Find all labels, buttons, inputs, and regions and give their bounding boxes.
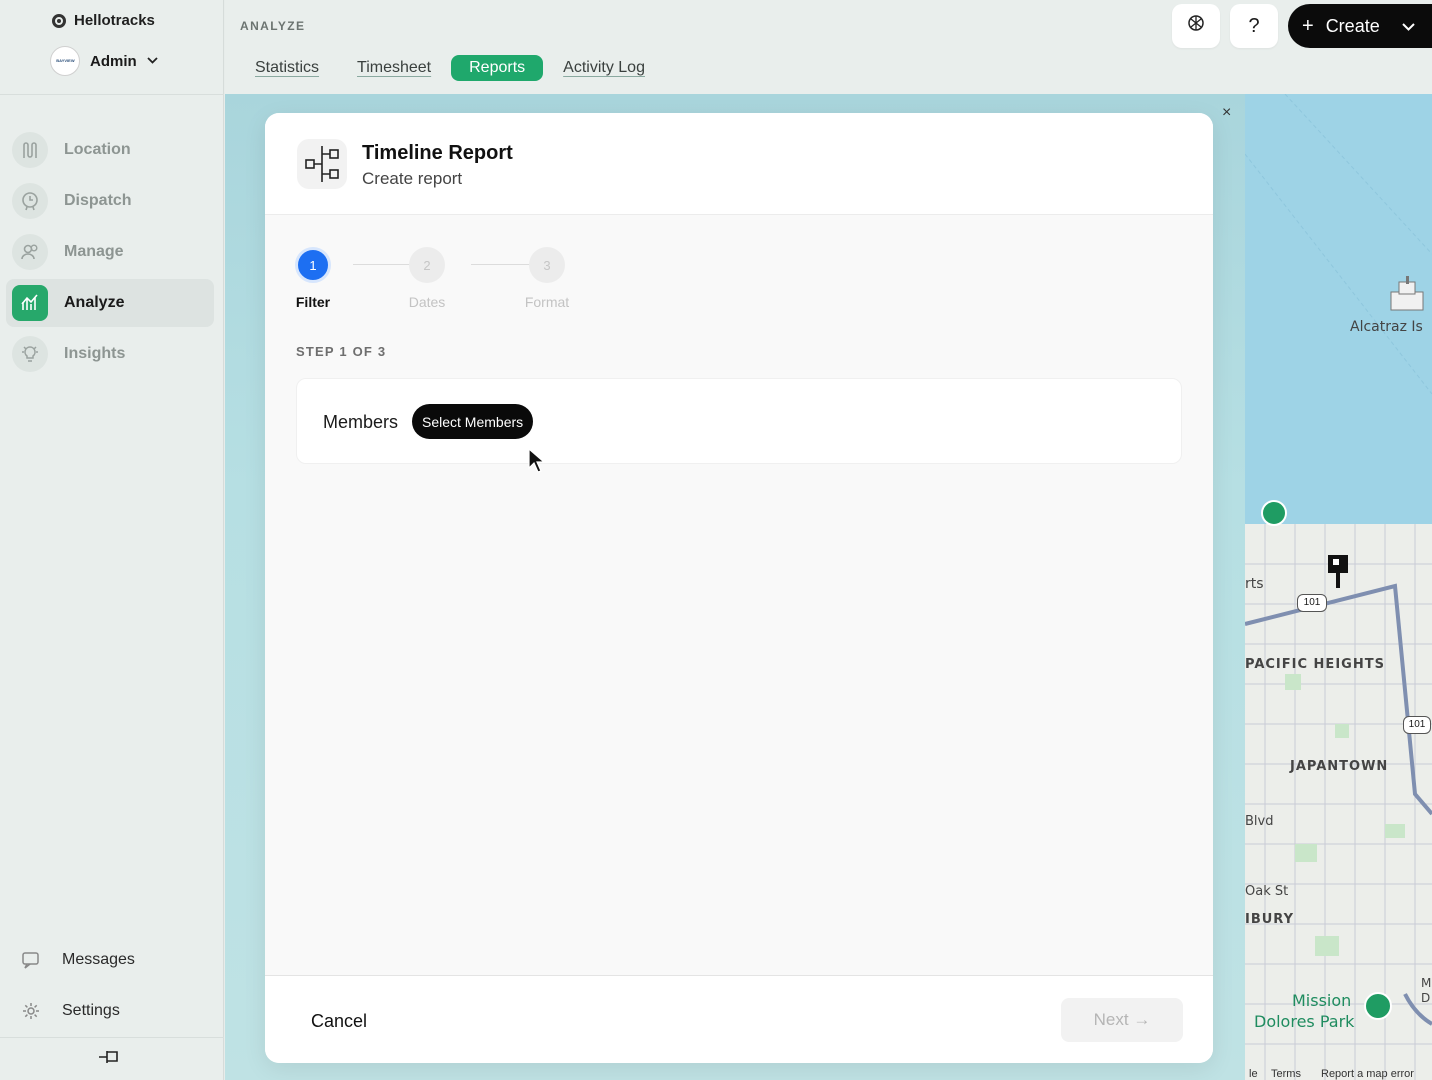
help-icon: ? xyxy=(1248,14,1260,37)
nav-label: Messages xyxy=(62,951,135,968)
highway-shield: 101 xyxy=(1297,594,1327,612)
tab-activity-log[interactable]: Activity Log xyxy=(563,59,645,77)
top-actions: ? + Create xyxy=(1172,4,1432,48)
plus-icon: + xyxy=(1302,14,1314,37)
landmark-icon xyxy=(1387,274,1427,314)
dispatch-clock-icon xyxy=(12,183,48,219)
nav-item-location[interactable]: Location xyxy=(6,126,214,174)
help-button[interactable]: ? xyxy=(1230,4,1278,48)
brand-name: Hellotracks xyxy=(74,12,155,29)
nav-item-insights[interactable]: Insights xyxy=(6,330,214,378)
close-modal-button[interactable]: × xyxy=(1222,104,1231,122)
account-name: Admin xyxy=(90,52,137,70)
map-label: D xyxy=(1421,991,1431,1005)
location-route-icon xyxy=(12,132,48,168)
map-label: JAPANTOWN xyxy=(1290,759,1389,774)
step-number: 3 xyxy=(529,247,565,283)
map-label: Mission xyxy=(1292,991,1352,1010)
step-caption: STEP 1 OF 3 xyxy=(296,344,387,359)
chevron-down-icon xyxy=(1402,18,1415,34)
divider xyxy=(0,94,224,95)
timeline-report-icon xyxy=(297,139,347,189)
hellotracks-logo-icon xyxy=(52,13,66,28)
map-label: Alcatraz Is xyxy=(1350,319,1423,335)
nav-label: Insights xyxy=(64,345,126,362)
stepper: 1 Filter 2 Dates 3 Format xyxy=(295,247,595,317)
members-label: Members xyxy=(323,412,399,432)
location-pin-icon[interactable] xyxy=(1327,554,1349,588)
timeline-report-modal: Timeline Report Create report 1 Filter 2… xyxy=(265,113,1213,1063)
modal-footer: Cancel Next → xyxy=(265,975,1213,1063)
step-label: Dates xyxy=(408,294,446,310)
map-label: Blvd xyxy=(1245,814,1274,829)
cancel-button[interactable]: Cancel xyxy=(311,1011,367,1032)
ai-assistant-button[interactable] xyxy=(1172,4,1220,48)
nav-item-manage[interactable]: Manage xyxy=(6,228,214,276)
create-button[interactable]: + Create xyxy=(1288,4,1432,48)
map-label: rts xyxy=(1245,576,1264,592)
step-format[interactable]: 3 Format xyxy=(507,247,587,310)
nav-item-settings[interactable]: Settings xyxy=(10,987,210,1035)
modal-subtitle: Create report xyxy=(362,169,463,188)
map-label: M xyxy=(1421,976,1432,990)
step-label: Format xyxy=(524,294,570,310)
report-map-error-link[interactable]: Report a map error xyxy=(1321,1068,1414,1080)
main-nav: Location Dispatch Manage Analyze Insight… xyxy=(6,126,214,381)
members-filter-card: Members Select Members xyxy=(296,378,1182,464)
step-filter[interactable]: 1 Filter xyxy=(273,247,353,310)
map[interactable]: Alcatraz Is rts PACIFIC HEIGHTS JAPANTOW… xyxy=(1245,94,1432,1080)
map-terms-link[interactable]: Terms xyxy=(1271,1068,1301,1080)
map-label: Dolores Park xyxy=(1254,1012,1355,1031)
avatar: BAYVIEW xyxy=(50,46,80,76)
tab-timesheet[interactable]: Timesheet xyxy=(357,59,431,77)
top-header: ANALYZE Statistics Timesheet Reports Act… xyxy=(225,0,1432,94)
nav-label: Location xyxy=(64,141,131,158)
pin-sidebar-icon[interactable] xyxy=(96,1044,122,1070)
mouse-cursor-icon xyxy=(528,447,546,474)
create-label: Create xyxy=(1325,15,1380,36)
account-switcher[interactable]: BAYVIEW Admin xyxy=(50,46,158,76)
avatar-text: BAYVIEW xyxy=(55,58,75,64)
modal-header: Timeline Report Create report xyxy=(265,113,1213,215)
next-button[interactable]: Next → xyxy=(1061,998,1183,1042)
messages-icon xyxy=(18,942,44,978)
select-members-button[interactable]: Select Members xyxy=(412,404,534,439)
tab-bar: Statistics Timesheet Reports Activity Lo… xyxy=(255,55,683,81)
nav-item-messages[interactable]: Messages xyxy=(10,936,210,984)
step-label: Filter xyxy=(295,294,331,310)
nav-label: Manage xyxy=(64,243,124,260)
map-footer-text: le xyxy=(1249,1068,1258,1080)
nav-label: Settings xyxy=(62,1002,120,1019)
chevron-down-icon xyxy=(147,55,158,67)
sidebar: Hellotracks BAYVIEW Admin Location Dispa… xyxy=(0,0,224,1080)
section-label: ANALYZE xyxy=(240,19,306,33)
bottom-nav: Messages Settings xyxy=(10,936,210,1038)
step-dates[interactable]: 2 Dates xyxy=(387,247,467,310)
lightbulb-icon xyxy=(12,336,48,372)
map-label: PACIFIC HEIGHTS xyxy=(1245,657,1385,672)
divider xyxy=(0,1037,224,1038)
highway-shield: 101 xyxy=(1403,716,1431,734)
map-label: Oak St xyxy=(1245,884,1289,899)
gear-icon xyxy=(18,993,44,1029)
nav-label: Analyze xyxy=(64,294,125,311)
analyze-chart-icon xyxy=(12,285,48,321)
manage-users-icon xyxy=(12,234,48,270)
map-label: IBURY xyxy=(1245,912,1295,927)
park-marker-icon[interactable] xyxy=(1364,992,1392,1020)
nav-item-dispatch[interactable]: Dispatch xyxy=(6,177,214,225)
tab-reports[interactable]: Reports xyxy=(451,55,544,81)
brand[interactable]: Hellotracks xyxy=(52,12,155,29)
nav-label: Dispatch xyxy=(64,192,132,209)
nav-item-analyze[interactable]: Analyze xyxy=(6,279,214,327)
step-number: 2 xyxy=(409,247,445,283)
tab-statistics[interactable]: Statistics xyxy=(255,59,319,77)
ai-knot-icon xyxy=(1185,12,1207,40)
step-number: 1 xyxy=(295,247,331,283)
modal-title: Timeline Report xyxy=(362,142,513,164)
park-marker-icon[interactable] xyxy=(1261,500,1287,526)
